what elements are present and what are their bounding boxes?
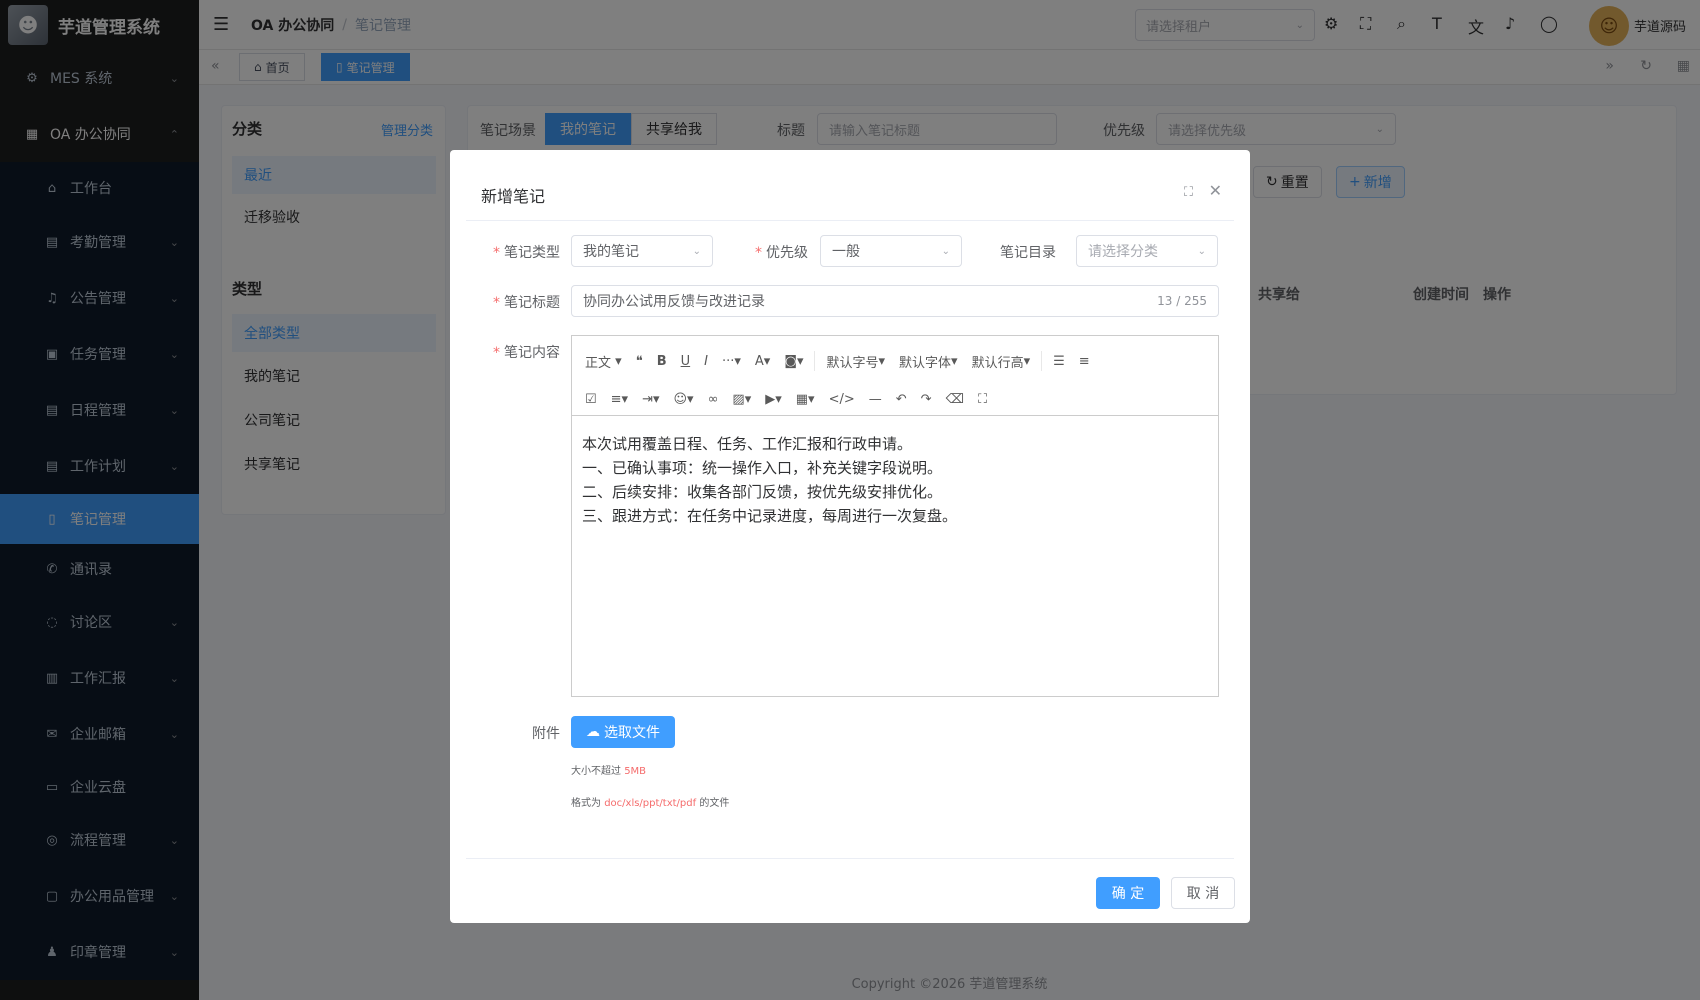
close-icon[interactable]: ✕ bbox=[1209, 181, 1222, 200]
italic-icon[interactable]: I bbox=[697, 347, 715, 375]
note-type-select[interactable]: 我的笔记 ⌄ bbox=[571, 235, 713, 267]
fullscreen-icon[interactable]: ⛶ bbox=[1184, 185, 1193, 200]
bg-color-icon[interactable]: ◙▾ bbox=[777, 347, 810, 375]
note-type-label: * 笔记类型 bbox=[493, 245, 560, 261]
toolbar-divider bbox=[1041, 351, 1043, 371]
note-title-input[interactable]: 协同办公试用反馈与改进记录 13 / 255 bbox=[571, 285, 1219, 317]
content-line: 一、已确认事项：统一操作入口，补充关键字段说明。 bbox=[582, 459, 943, 477]
paragraph-select[interactable]: 正文 ▾ bbox=[578, 347, 629, 375]
table-icon[interactable]: ▦▾ bbox=[789, 385, 822, 413]
editor-content[interactable]: 本次试用覆盖日程、任务、工作汇报和行政申请。 一、已确认事项：统一操作入口，补充… bbox=[572, 416, 1218, 544]
note-type-value: 我的笔记 bbox=[583, 244, 639, 260]
char-count: 13 / 255 bbox=[1157, 294, 1207, 308]
note-content-label: * 笔记内容 bbox=[493, 345, 560, 361]
note-dir-select[interactable]: 请选择分类 ⌄ bbox=[1076, 235, 1218, 267]
add-note-dialog: 新增笔记 ⛶ ✕ * 笔记类型 我的笔记 ⌄ * 优先级 一般 ⌄ 笔记目录 请选择… bbox=[450, 150, 1250, 923]
redo-icon[interactable]: ↷ bbox=[914, 385, 939, 413]
cancel-button[interactable]: 取 消 bbox=[1171, 877, 1235, 909]
confirm-button[interactable]: 确 定 bbox=[1096, 877, 1160, 909]
font-family-select[interactable]: 默认字体 ▾ bbox=[892, 347, 965, 375]
todo-icon[interactable]: ☑ bbox=[578, 385, 604, 413]
toolbar-divider bbox=[814, 351, 816, 371]
chevron-down-icon: ⌄ bbox=[692, 245, 701, 257]
align-icon[interactable]: ≡▾ bbox=[604, 385, 635, 413]
content-line: 二、后续安排：收集各部门反馈，按优先级安排优化。 bbox=[582, 483, 943, 501]
content-line: 三、跟进方式：在任务中记录进度，每周进行一次复盘。 bbox=[582, 507, 958, 525]
fullscreen-icon[interactable]: ⛶ bbox=[971, 385, 994, 413]
code-icon[interactable]: </> bbox=[822, 385, 862, 413]
note-title-value: 协同办公试用反馈与改进记录 bbox=[583, 294, 765, 310]
underline-icon[interactable]: U bbox=[674, 347, 698, 375]
bold-icon[interactable]: B bbox=[650, 347, 674, 375]
indent-icon[interactable]: ⇥▾ bbox=[635, 385, 666, 413]
video-icon[interactable]: ▶▾ bbox=[758, 385, 789, 413]
undo-icon[interactable]: ↶ bbox=[889, 385, 914, 413]
upload-size-tip: 大小不超过 5MB bbox=[571, 766, 647, 777]
select-file-label: 选取文件 bbox=[604, 725, 660, 741]
select-file-button[interactable]: ☁ 选取文件 bbox=[571, 716, 675, 748]
numbered-list-icon[interactable]: ≡ bbox=[1072, 347, 1097, 375]
image-icon[interactable]: ▨▾ bbox=[725, 385, 758, 413]
font-color-icon[interactable]: A▾ bbox=[748, 347, 777, 375]
chevron-down-icon: ⌄ bbox=[1197, 245, 1206, 257]
link-icon[interactable]: ∞ bbox=[701, 385, 726, 413]
note-dir-placeholder: 请选择分类 bbox=[1088, 244, 1158, 260]
emoji-icon[interactable]: ☺▾ bbox=[667, 385, 701, 413]
chevron-down-icon: ⌄ bbox=[941, 245, 950, 257]
priority-value: 一般 bbox=[832, 244, 860, 260]
upload-format-tip: 格式为 doc/xls/ppt/txt/pdf 的文件 bbox=[571, 798, 730, 809]
quote-icon[interactable]: ❝ bbox=[629, 347, 650, 375]
clear-format-icon[interactable]: ⌫ bbox=[939, 385, 971, 413]
note-title-label: * 笔记标题 bbox=[493, 295, 560, 311]
priority-select[interactable]: 一般 ⌄ bbox=[820, 235, 962, 267]
note-dir-label: 笔记目录 bbox=[1000, 245, 1056, 261]
rich-text-editor: 正文 ▾ ❝ B U I ···▾ A▾ ◙▾ 默认字号 ▾ 默认字体 ▾ 默认行高… bbox=[571, 335, 1219, 697]
attach-label: 附件 bbox=[532, 726, 560, 742]
font-size-select[interactable]: 默认字号 ▾ bbox=[819, 347, 892, 375]
bullet-list-icon[interactable]: ☰ bbox=[1046, 347, 1072, 375]
line-height-select[interactable]: 默认行高 ▾ bbox=[965, 347, 1038, 375]
dialog-divider bbox=[466, 858, 1234, 859]
editor-toolbar: 正文 ▾ ❝ B U I ···▾ A▾ ◙▾ 默认字号 ▾ 默认字体 ▾ 默认行高… bbox=[572, 336, 1218, 416]
content-line: 本次试用覆盖日程、任务、工作汇报和行政申请。 bbox=[582, 435, 913, 453]
dialog-divider bbox=[466, 220, 1234, 221]
cloud-upload-icon: ☁ bbox=[586, 724, 600, 740]
more-icon[interactable]: ···▾ bbox=[715, 347, 748, 375]
divider-icon[interactable]: — bbox=[862, 385, 889, 413]
dialog-title: 新增笔记 bbox=[481, 187, 546, 206]
priority-label: * 优先级 bbox=[755, 245, 808, 261]
